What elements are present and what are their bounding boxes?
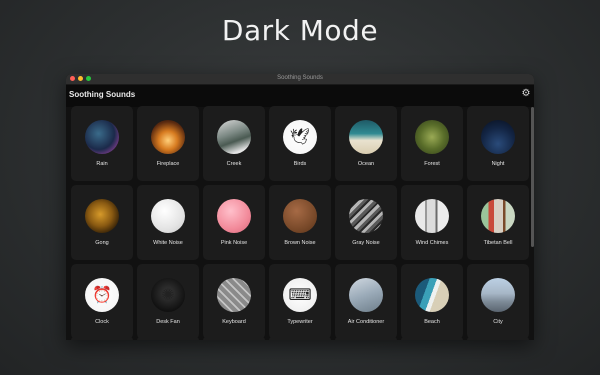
clock-thumbnail: ⏰ [85,278,119,312]
app-title: Soothing Sounds [69,90,136,99]
sound-tile-wind-chimes[interactable]: Wind Chimes [401,185,463,260]
beach-thumbnail [415,278,449,312]
tibetan-bell-thumbnail [481,199,515,233]
gong-thumbnail [85,199,119,233]
sound-tile-birds[interactable]: 🕊 Birds [269,106,331,181]
sound-tile-white-noise[interactable]: White Noise [137,185,199,260]
ocean-thumbnail [349,120,383,154]
sound-tile-creek[interactable]: Creek [203,106,265,181]
sound-label: White Noise [153,240,183,246]
sound-tile-keyboard[interactable]: Keyboard [203,264,265,339]
sound-tile-air-conditioner[interactable]: Air Conditioner [335,264,397,339]
keyboard-thumbnail [217,278,251,312]
headline: Dark Mode [221,14,379,47]
wind-chimes-thumbnail [415,199,449,233]
desk-fan-thumbnail: ✺ [151,278,185,312]
app-window: Soothing Sounds Soothing Sounds ⚙ Rain Fi… [66,74,534,340]
sound-tile-typewriter[interactable]: ⌨ Typewriter [269,264,331,339]
next-row-peek [71,337,529,340]
sound-label: Air Conditioner [347,319,385,325]
sound-tile-gong[interactable]: Gong [71,185,133,260]
sound-tile-night[interactable]: Night [467,106,529,181]
sound-tile-forest[interactable]: Forest [401,106,463,181]
sound-label: Tibetan Bell [483,240,513,246]
air-conditioner-thumbnail [349,278,383,312]
sound-tile-pink-noise[interactable]: Pink Noise [203,185,265,260]
window-titlebar: Soothing Sounds [66,74,534,85]
typewriter-thumbnail: ⌨ [283,278,317,312]
sound-label: Forest [424,161,440,167]
forest-thumbnail [415,120,449,154]
sound-label: Desk Fan [156,319,180,325]
birds-thumbnail: 🕊 [283,120,317,154]
sound-tile-gray-noise[interactable]: Gray Noise [335,185,397,260]
sound-label: Gray Noise [352,240,380,246]
gear-icon[interactable]: ⚙ [521,89,531,99]
white-noise-thumbnail [151,199,185,233]
sound-label: City [493,319,503,325]
sound-label: Rain [96,161,108,167]
brown-noise-thumbnail [283,199,317,233]
app-header: Soothing Sounds ⚙ [66,85,534,107]
sound-label: Fireplace [156,161,180,167]
sound-tile-rain[interactable]: Rain [71,106,133,181]
window-title: Soothing Sounds [277,75,323,81]
sound-grid: Rain Fireplace Creek 🕊 Birds Ocean Forest Night… [71,106,529,339]
sound-label: Ocean [357,161,375,167]
sound-tile-ocean[interactable]: Ocean [335,106,397,181]
sound-tile-city[interactable]: City [467,264,529,339]
sound-label: Typewriter [287,319,313,325]
sound-tile-beach[interactable]: Beach [401,264,463,339]
creek-thumbnail [217,120,251,154]
city-thumbnail [481,278,515,312]
sound-label: Gong [95,240,109,246]
sound-label: Birds [293,161,307,167]
sound-label: Keyboard [222,319,246,325]
sound-label: Creek [226,161,242,167]
sound-label: Night [491,161,505,167]
vertical-scrollbar[interactable] [531,107,534,247]
sound-tile-desk-fan[interactable]: ✺ Desk Fan [137,264,199,339]
sound-label: Beach [424,319,440,325]
gray-noise-thumbnail [349,199,383,233]
sound-tile-clock[interactable]: ⏰ Clock [71,264,133,339]
night-thumbnail [481,120,515,154]
fireplace-thumbnail [151,120,185,154]
sound-label: Pink Noise [220,240,248,246]
pink-noise-thumbnail [217,199,251,233]
sound-label: Clock [95,319,109,325]
sound-tile-brown-noise[interactable]: Brown Noise [269,185,331,260]
rain-thumbnail [85,120,119,154]
sound-label: Wind Chimes [415,240,449,246]
sound-label: Brown Noise [284,240,316,246]
sound-tile-tibetan-bell[interactable]: Tibetan Bell [467,185,529,260]
sound-tile-fireplace[interactable]: Fireplace [137,106,199,181]
